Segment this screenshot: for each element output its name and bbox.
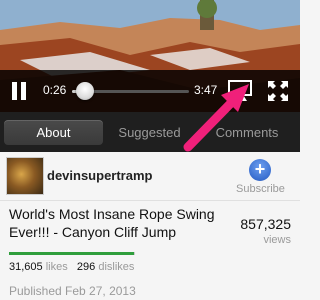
views-label: views — [263, 234, 291, 246]
tab-bar: About Suggested Comments — [0, 112, 300, 152]
likes-count: 31,605 — [9, 261, 43, 273]
dislikes-count: 296 — [76, 261, 96, 273]
plus-icon[interactable]: + — [249, 159, 271, 181]
like-ratio-bar — [9, 252, 135, 255]
subscribe-button[interactable]: Subscribe — [236, 183, 285, 195]
tab-about[interactable]: About — [4, 120, 103, 145]
duration: 3:47 — [194, 83, 218, 97]
likes-label: likes — [45, 261, 68, 273]
tab-suggested[interactable]: Suggested — [102, 120, 197, 145]
current-time: 0:26 — [43, 83, 67, 97]
airplay-icon[interactable] — [228, 80, 252, 102]
fullscreen-icon[interactable] — [268, 81, 288, 101]
pause-icon[interactable] — [10, 82, 28, 100]
views-count: 857,325 — [240, 216, 291, 232]
channel-row: devinsupertramp + Subscribe — [0, 152, 300, 201]
like-dislike-stats: 31,605 likes 296 dislikes — [9, 261, 134, 273]
like-ratio-fill — [9, 252, 134, 255]
published-date: Published Feb 27, 2013 — [9, 284, 136, 298]
video-title: World's Most Insane Rope Swing Ever!!! -… — [9, 206, 215, 240]
tab-comments[interactable]: Comments — [198, 120, 296, 145]
player-controls: 0:26 3:47 — [0, 70, 300, 112]
scrubber-handle[interactable] — [76, 82, 95, 100]
dislikes-label: dislikes — [98, 261, 135, 273]
video-player[interactable]: 0:26 3:47 — [0, 0, 300, 112]
channel-avatar[interactable] — [6, 157, 44, 195]
channel-name[interactable]: devinsupertramp — [47, 168, 152, 183]
